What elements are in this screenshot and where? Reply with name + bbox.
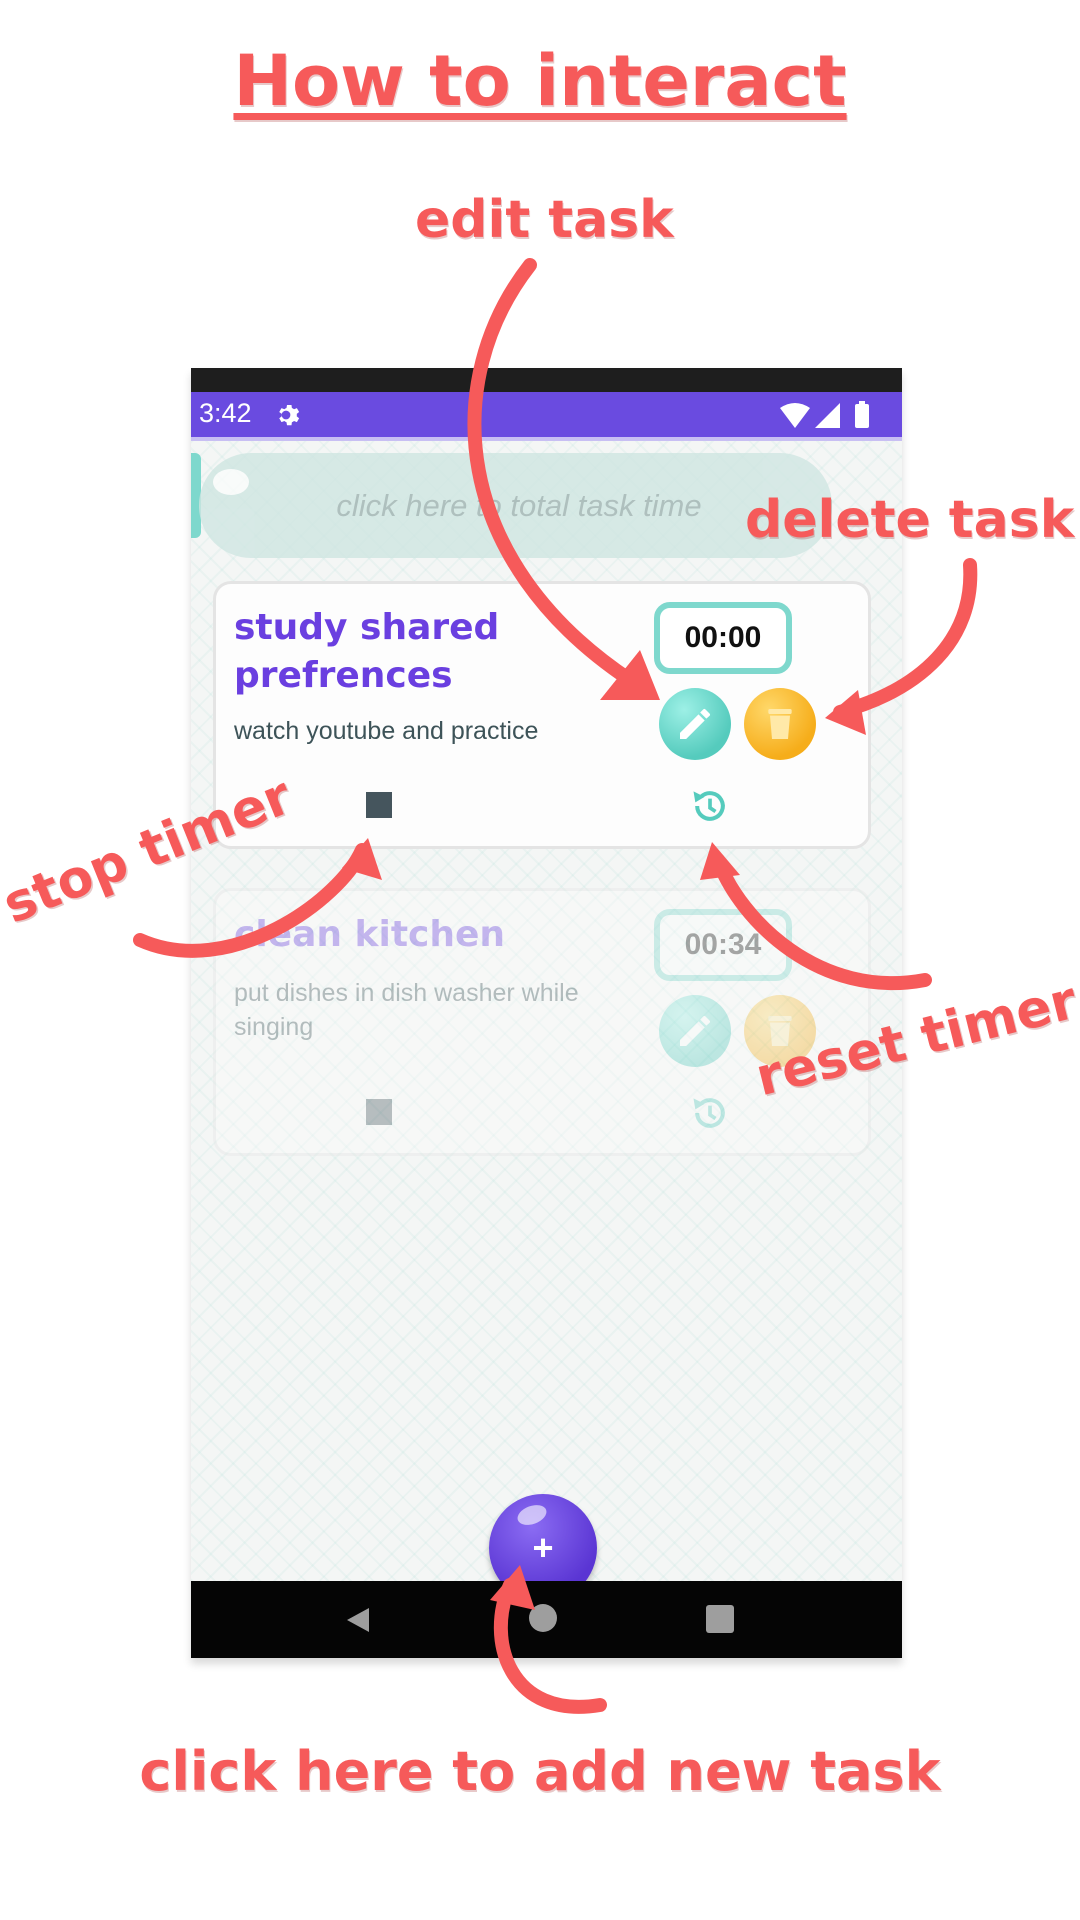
stop-timer-button[interactable] <box>366 792 392 818</box>
wifi-signal-battery-icon <box>780 401 869 428</box>
delete-task-annotation: delete task <box>745 490 1075 550</box>
delete-button[interactable] <box>744 688 816 760</box>
pencil-icon <box>680 709 710 739</box>
navigation-bar <box>191 1581 902 1658</box>
settings-icon <box>279 405 300 426</box>
trash-icon <box>768 709 792 739</box>
task-description: watch youtube and practice <box>234 717 539 745</box>
add-task-annotation: click here to add new task <box>139 1740 941 1803</box>
reset-timer-icon[interactable] <box>688 784 732 828</box>
status-bar: 3:42 <box>191 392 902 441</box>
task-title: study shared prefrences <box>234 607 500 696</box>
edit-button[interactable] <box>659 688 731 760</box>
task-card: study shared prefrences watch youtube an… <box>213 581 871 849</box>
edit-button[interactable] <box>659 995 731 1067</box>
task-title: clean kitchen <box>234 914 506 955</box>
reset-timer-icon[interactable] <box>688 1091 732 1135</box>
task-card: clean kitchen put dishes in dish washer … <box>213 888 871 1156</box>
home-icon[interactable] <box>529 1604 557 1632</box>
page-title: How to interact <box>233 40 847 122</box>
task-timer: 00:00 <box>654 602 792 674</box>
app-screen: click here to total task time study shar… <box>191 441 902 1581</box>
edit-task-annotation: edit task <box>415 190 674 250</box>
stop-timer-button[interactable] <box>366 1099 392 1125</box>
recents-icon[interactable] <box>706 1605 734 1633</box>
pencil-icon <box>680 1016 710 1046</box>
back-icon[interactable] <box>343 1605 373 1635</box>
phone-screenshot: 3:42 click here to total task time study… <box>191 368 902 1658</box>
total-time-button[interactable]: click here to total task time <box>199 453 832 558</box>
total-time-label: click here to total task time <box>336 488 702 523</box>
add-task-button[interactable]: + <box>489 1494 597 1581</box>
task-timer: 00:34 <box>654 909 792 981</box>
status-time: 3:42 <box>199 398 252 428</box>
fab-highlight <box>514 1501 550 1529</box>
task-description: put dishes in dish washer while singing <box>234 979 579 1041</box>
plus-icon: + <box>532 1527 554 1568</box>
